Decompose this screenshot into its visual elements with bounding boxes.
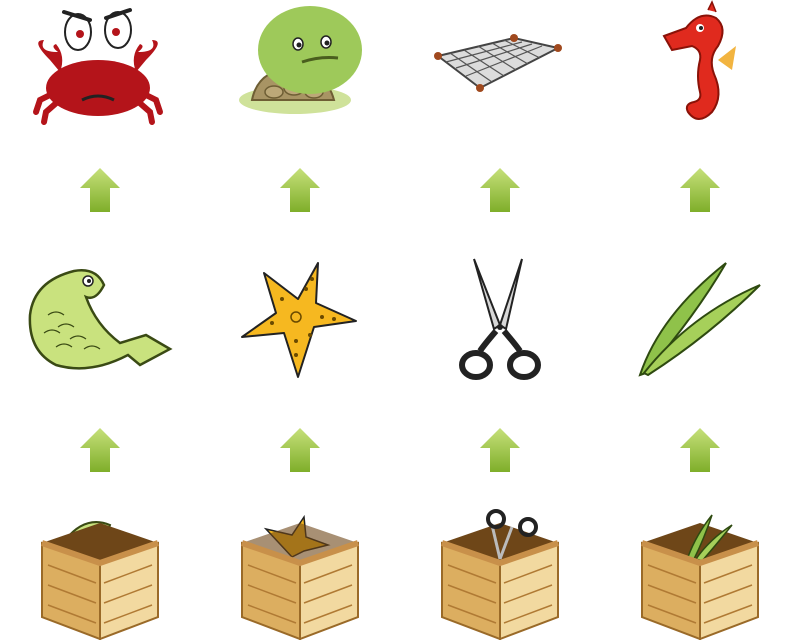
crab-icon xyxy=(33,8,163,125)
up-arrow-icon xyxy=(680,168,720,212)
crate-fish[interactable] xyxy=(0,505,200,640)
crate-scissors[interactable] xyxy=(400,505,600,640)
up-arrow-icon xyxy=(480,428,520,472)
net-icon xyxy=(434,34,562,92)
starfish-tile[interactable] xyxy=(200,255,400,385)
arrow-cell xyxy=(400,160,600,220)
up-arrow-icon xyxy=(280,168,320,212)
arrow-cell xyxy=(600,420,800,480)
scissors-tile[interactable] xyxy=(400,255,600,385)
up-arrow-icon xyxy=(80,428,120,472)
wooden-crate-icon xyxy=(641,514,759,640)
wooden-crate-icon xyxy=(441,509,559,640)
turtle-icon xyxy=(239,6,362,114)
crate-starfish[interactable] xyxy=(200,505,400,640)
wooden-crate-icon xyxy=(241,514,359,640)
up-arrow-icon xyxy=(80,168,120,212)
up-arrow-icon xyxy=(680,428,720,472)
seaweed-icon xyxy=(638,262,761,377)
seahorse-icon xyxy=(662,0,736,120)
arrow-cell xyxy=(200,160,400,220)
arrow-cell xyxy=(0,160,200,220)
turtle-tile[interactable] xyxy=(200,0,400,130)
fish-tile[interactable] xyxy=(0,255,200,385)
up-arrow-icon xyxy=(480,168,520,212)
wooden-crate-icon xyxy=(41,521,159,640)
net-tile[interactable] xyxy=(400,0,600,130)
game-board xyxy=(0,0,800,640)
scissors-icon xyxy=(459,258,541,380)
arrow-cell xyxy=(400,420,600,480)
starfish-icon xyxy=(241,262,357,378)
seaweed-tile[interactable] xyxy=(600,255,800,385)
seahorse-tile[interactable] xyxy=(600,0,800,130)
fish-icon xyxy=(28,269,173,370)
arrow-cell xyxy=(600,160,800,220)
crab-tile[interactable] xyxy=(0,0,200,130)
crate-seaweed[interactable] xyxy=(600,505,800,640)
up-arrow-icon xyxy=(280,428,320,472)
arrow-cell xyxy=(200,420,400,480)
arrow-cell xyxy=(0,420,200,480)
